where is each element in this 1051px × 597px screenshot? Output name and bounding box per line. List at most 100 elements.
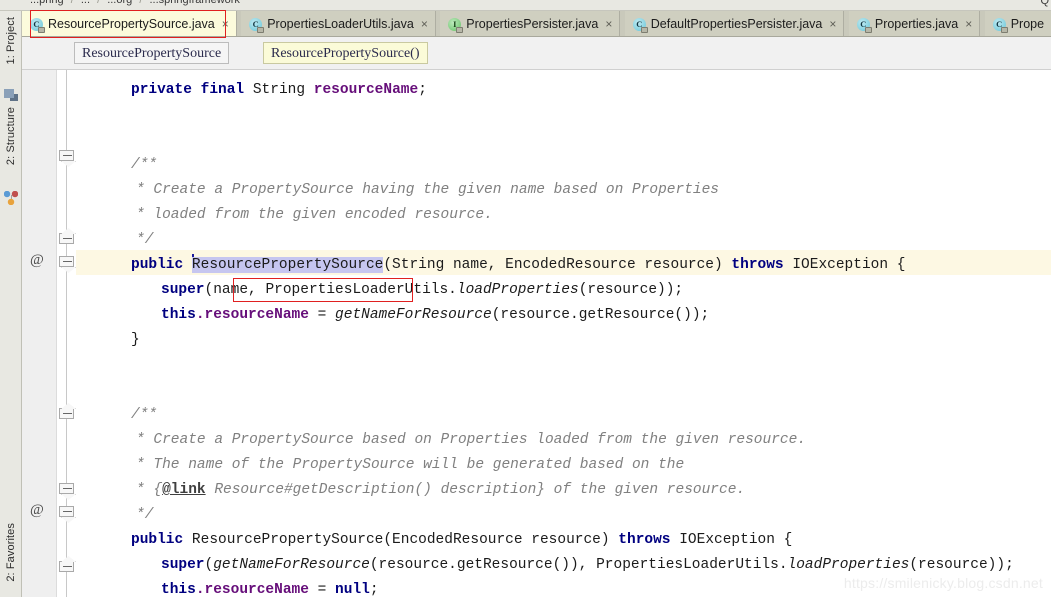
editor-breadcrumb-bar: ResourcePropertySource ResourcePropertyS… [22, 37, 1051, 70]
code-line: * Create a PropertySource based on Prope… [136, 432, 807, 448]
java-interface-icon: I [448, 17, 464, 33]
token-keyword: final [200, 82, 245, 98]
override-marker-icon[interactable]: @ [30, 502, 44, 519]
nav-crumb[interactable]: ...org [107, 0, 132, 6]
editor-tab-bar[interactable]: C ResourcePropertySource.java × C Proper… [22, 11, 1051, 37]
close-icon[interactable]: × [421, 18, 428, 30]
fold-region-icon[interactable] [59, 256, 74, 267]
tab-label: PropertiesLoaderUtils.java [267, 17, 414, 31]
token-comment: * { [136, 482, 163, 498]
code-line-super-1: super(name, PropertiesLoaderUtils.loadPr… [161, 278, 683, 303]
left-tool-strip: 1: Project 2: Structure 2: Favorites [0, 11, 22, 597]
tab-label: ResourcePropertySource.java [48, 17, 215, 31]
code-line-javadoc-link: * {@link Resource#getDescription() descr… [136, 478, 745, 503]
token-keyword: throws [618, 532, 671, 548]
code-line-constructor-1: public ResourcePropertySource(String nam… [131, 253, 905, 278]
token-exception: IOException { [783, 257, 906, 273]
code-text[interactable]: private final String resourceName; /** *… [76, 70, 1051, 597]
fold-region-end-icon[interactable] [59, 561, 74, 572]
token-method: loadProperties [787, 557, 910, 573]
fold-region-end-icon[interactable] [59, 408, 74, 419]
navigation-bar[interactable]: ...pring / ... / ...org / ...springframe… [0, 0, 1051, 11]
fold-region-icon[interactable] [59, 483, 74, 494]
code-line: */ [136, 507, 154, 523]
editor-tab-propertiesloaderutils[interactable]: C PropertiesLoaderUtils.java × [241, 11, 436, 36]
sidebar-item-structure[interactable]: 2: Structure [0, 107, 22, 165]
fold-region-icon[interactable] [59, 150, 74, 161]
code-editor[interactable]: @ @ private final String resourceName; /… [22, 70, 1051, 597]
token-ctor: ResourcePropertySource(EncodedResource r… [191, 532, 619, 548]
token-keyword: public [131, 532, 184, 548]
lock-icon [864, 26, 872, 33]
token-punct: ; [418, 82, 427, 98]
code-line: private final String resourceName; [131, 78, 427, 103]
tab-label: PropertiesPersister.java [466, 17, 599, 31]
lock-icon [456, 26, 464, 33]
editor-tab-properties[interactable]: C Properties.java × [848, 11, 981, 36]
lock-icon [38, 26, 45, 33]
token-keyword: private [131, 82, 192, 98]
editor-tab-overflow[interactable]: C Prope [984, 11, 1051, 36]
selected-text[interactable]: ResourcePropertySource [191, 257, 384, 273]
code-folding-bar[interactable] [57, 70, 76, 597]
java-class-icon: C [249, 17, 265, 33]
token-comment: Resource#getDescription() description} o… [205, 482, 746, 498]
token-keyword: this [161, 582, 196, 597]
token-keyword: public [131, 257, 184, 273]
code-line: } [131, 332, 140, 348]
token-params: (String name, EncodedResource resource) [383, 257, 732, 273]
token-javadoc-link[interactable]: @link [162, 482, 206, 498]
code-line: */ [136, 232, 154, 248]
breadcrumb-class[interactable]: ResourcePropertySource [74, 42, 230, 64]
sidebar-item-favorites[interactable]: 2: Favorites [0, 523, 22, 582]
editor-tab-propertiespersister[interactable]: I PropertiesPersister.java × [440, 11, 621, 36]
nav-crumb[interactable]: ...springframework [149, 0, 239, 6]
token-operator: = [308, 582, 336, 597]
breadcrumb-member[interactable]: ResourcePropertySource() [263, 42, 428, 64]
project-icon[interactable] [4, 87, 18, 101]
structure-icon[interactable] [4, 191, 18, 205]
fold-region-end-icon[interactable] [59, 233, 74, 244]
token-args: (resource)); [578, 282, 684, 298]
token-field: .resourceName [195, 307, 309, 323]
code-line-assign-1: this.resourceName = getNameForResource(r… [161, 303, 709, 328]
lock-icon [1000, 26, 1008, 33]
editor-gutter[interactable]: @ @ [22, 70, 57, 597]
token-operator: = [308, 307, 336, 323]
fold-region-icon[interactable] [59, 506, 74, 517]
code-line: /** [131, 407, 158, 423]
token-keyword: this [161, 307, 196, 323]
code-line: * Create a PropertySource having the giv… [136, 182, 719, 198]
token-args: (resource.getResource()); [491, 307, 710, 323]
java-class-icon: C [856, 17, 872, 33]
lock-icon [640, 26, 648, 33]
code-line: * loaded from the given encoded resource… [136, 207, 493, 223]
token-method: getNameForResource [213, 557, 370, 573]
nav-crumb[interactable]: ... [81, 0, 90, 6]
sidebar-item-project[interactable]: 1: Project [0, 17, 22, 64]
token-type: String [252, 82, 306, 98]
ide-window: ...pring / ... / ...org / ...springframe… [0, 0, 1051, 597]
token-keyword: null [335, 582, 370, 597]
close-icon[interactable]: × [222, 18, 229, 30]
token-field: resourceName [313, 82, 419, 98]
nav-separator-icon: / [70, 0, 74, 6]
editor-tab-defaultpropertiespersister[interactable]: C DefaultPropertiesPersister.java × [624, 11, 845, 36]
tab-label: DefaultPropertiesPersister.java [650, 17, 823, 31]
java-class-icon: C [30, 17, 45, 33]
code-line: /** [131, 157, 158, 173]
token-field: .resourceName [195, 582, 309, 597]
code-line-assign-2: this.resourceName = null; [161, 578, 379, 597]
editor-tab-resourcepropertysource[interactable]: C ResourcePropertySource.java × [22, 11, 237, 36]
override-marker-icon[interactable]: @ [30, 252, 44, 269]
lock-icon [257, 26, 265, 33]
token-exception: IOException { [670, 532, 793, 548]
nav-crumb[interactable]: ...pring [30, 0, 64, 6]
token-keyword: throws [731, 257, 784, 273]
close-icon[interactable]: × [829, 18, 836, 30]
navigation-breadcrumbs: ...pring / ... / ...org / ...springframe… [0, 0, 1051, 6]
close-icon[interactable]: × [965, 18, 972, 30]
token-keyword: super [161, 557, 205, 573]
search-icon[interactable]: Q [1040, 0, 1049, 7]
close-icon[interactable]: × [605, 18, 612, 30]
